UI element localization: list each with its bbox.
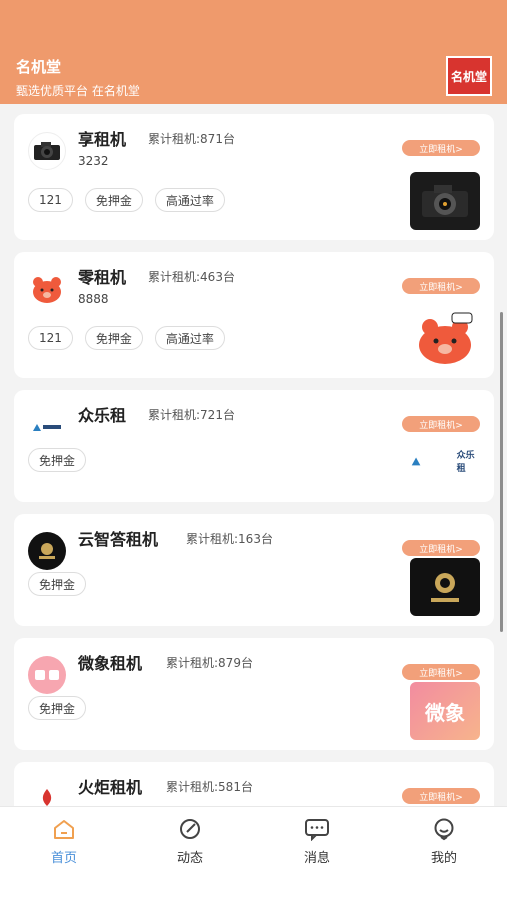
app-subtitle: 甄选优质平台 在名机堂 (16, 84, 140, 98)
rent-now-button[interactable]: 立即租机> (402, 416, 480, 432)
platform-name: 微象租机 (78, 654, 143, 673)
rent-now-button[interactable]: 立即租机> (402, 540, 480, 556)
tab-label: 动态 (176, 851, 203, 866)
bottom-tab-bar: 首页 动态 消息 我的 (0, 806, 507, 900)
tag: 高通过率 (154, 326, 225, 350)
app-title: 名机堂 (16, 58, 62, 76)
compass-icon (177, 817, 203, 841)
platform-card[interactable]: 零租机 累计租机:463台 8888 立即租机> 121 免押金 高通过率 (14, 252, 494, 378)
platform-card[interactable]: 云智答租机 累计租机:163台 立即租机> 免押金 (14, 514, 494, 626)
zhonglezu-avatar (28, 408, 66, 446)
brand-logo: 名机堂 (446, 56, 492, 96)
platform-code: 8888 (78, 292, 109, 306)
platform-name: 云智答租机 (78, 530, 159, 549)
tag: 免押金 (84, 188, 143, 212)
profile-icon (431, 817, 457, 841)
rent-now-button[interactable]: 立即租机> (402, 664, 480, 680)
platform-card[interactable]: 享租机 累计租机:871台 3232 立即租机> 121 免押金 高通过率 (14, 114, 494, 240)
rental-count: 累计租机:581台 (166, 780, 253, 794)
header: 名机堂 甄选优质平台 在名机堂 名机堂 (0, 0, 507, 104)
platform-list[interactable]: 享租机 累计租机:871台 3232 立即租机> 121 免押金 高通过率 零租… (0, 104, 507, 806)
tag-list: 免押金 (28, 572, 87, 596)
rental-count: 累计租机:721台 (148, 408, 235, 422)
tag: 高通过率 (154, 188, 225, 212)
message-icon (304, 817, 330, 841)
rent-now-button[interactable]: 立即租机> (402, 140, 480, 156)
platform-card[interactable]: 微象租机 累计租机:879台 立即租机> 免押金 微象 (14, 638, 494, 750)
home-icon (51, 817, 77, 841)
tag: 121 (28, 326, 73, 350)
platform-card[interactable]: 火炬租机 累计租机:581台 立即租机> (14, 762, 494, 806)
tab-profile[interactable]: 我的 (414, 817, 474, 866)
yunzhida-avatar (28, 532, 66, 570)
tag: 免押金 (28, 448, 87, 472)
weixiang-logo: 微象 (410, 682, 480, 740)
platform-name: 零租机 (78, 268, 127, 287)
tab-label: 消息 (303, 851, 330, 866)
tab-label: 首页 (50, 851, 77, 866)
tag: 免押金 (28, 572, 87, 596)
tag: 免押金 (28, 696, 87, 720)
tag: 121 (28, 188, 73, 212)
huoju-avatar (28, 780, 66, 806)
tab-messages[interactable]: 消息 (287, 817, 347, 866)
weixiang-logo-text: 微象 (425, 700, 465, 725)
tag: 免押金 (84, 326, 143, 350)
rental-count: 累计租机:163台 (186, 532, 273, 546)
rent-now-button[interactable]: 立即租机> (402, 278, 480, 294)
platform-name: 火炬租机 (78, 778, 143, 797)
tab-home[interactable]: 首页 (34, 817, 94, 866)
zhonglezu-logo-text: 众乐租 (456, 451, 475, 474)
rental-count: 累计租机:463台 (148, 270, 235, 284)
bear-mascot-image (410, 310, 480, 368)
yunzhida-logo (410, 558, 480, 616)
camera-avatar (28, 132, 66, 170)
camera-image (410, 172, 480, 230)
tab-dynamics[interactable]: 动态 (160, 817, 220, 866)
tag-list: 免押金 (28, 448, 87, 472)
tag-list: 121 免押金 高通过率 (28, 188, 225, 212)
rental-count: 累计租机:871台 (148, 132, 235, 146)
rental-count: 累计租机:879台 (166, 656, 253, 670)
bear-avatar (28, 270, 66, 308)
platform-card[interactable]: 众乐租 累计租机:721台 立即租机> 免押金 众乐租 (14, 390, 494, 502)
tag-list: 121 免押金 高通过率 (28, 326, 225, 350)
rent-now-button[interactable]: 立即租机> (402, 788, 480, 804)
tag-list: 免押金 (28, 696, 87, 720)
platform-name: 享租机 (78, 130, 127, 149)
zhonglezu-logo: 众乐租 (410, 432, 480, 490)
weixiang-avatar (28, 656, 66, 694)
platform-name: 众乐租 (78, 406, 127, 425)
scrollbar[interactable] (500, 312, 503, 632)
platform-code: 3232 (78, 154, 109, 168)
tab-label: 我的 (430, 851, 457, 866)
